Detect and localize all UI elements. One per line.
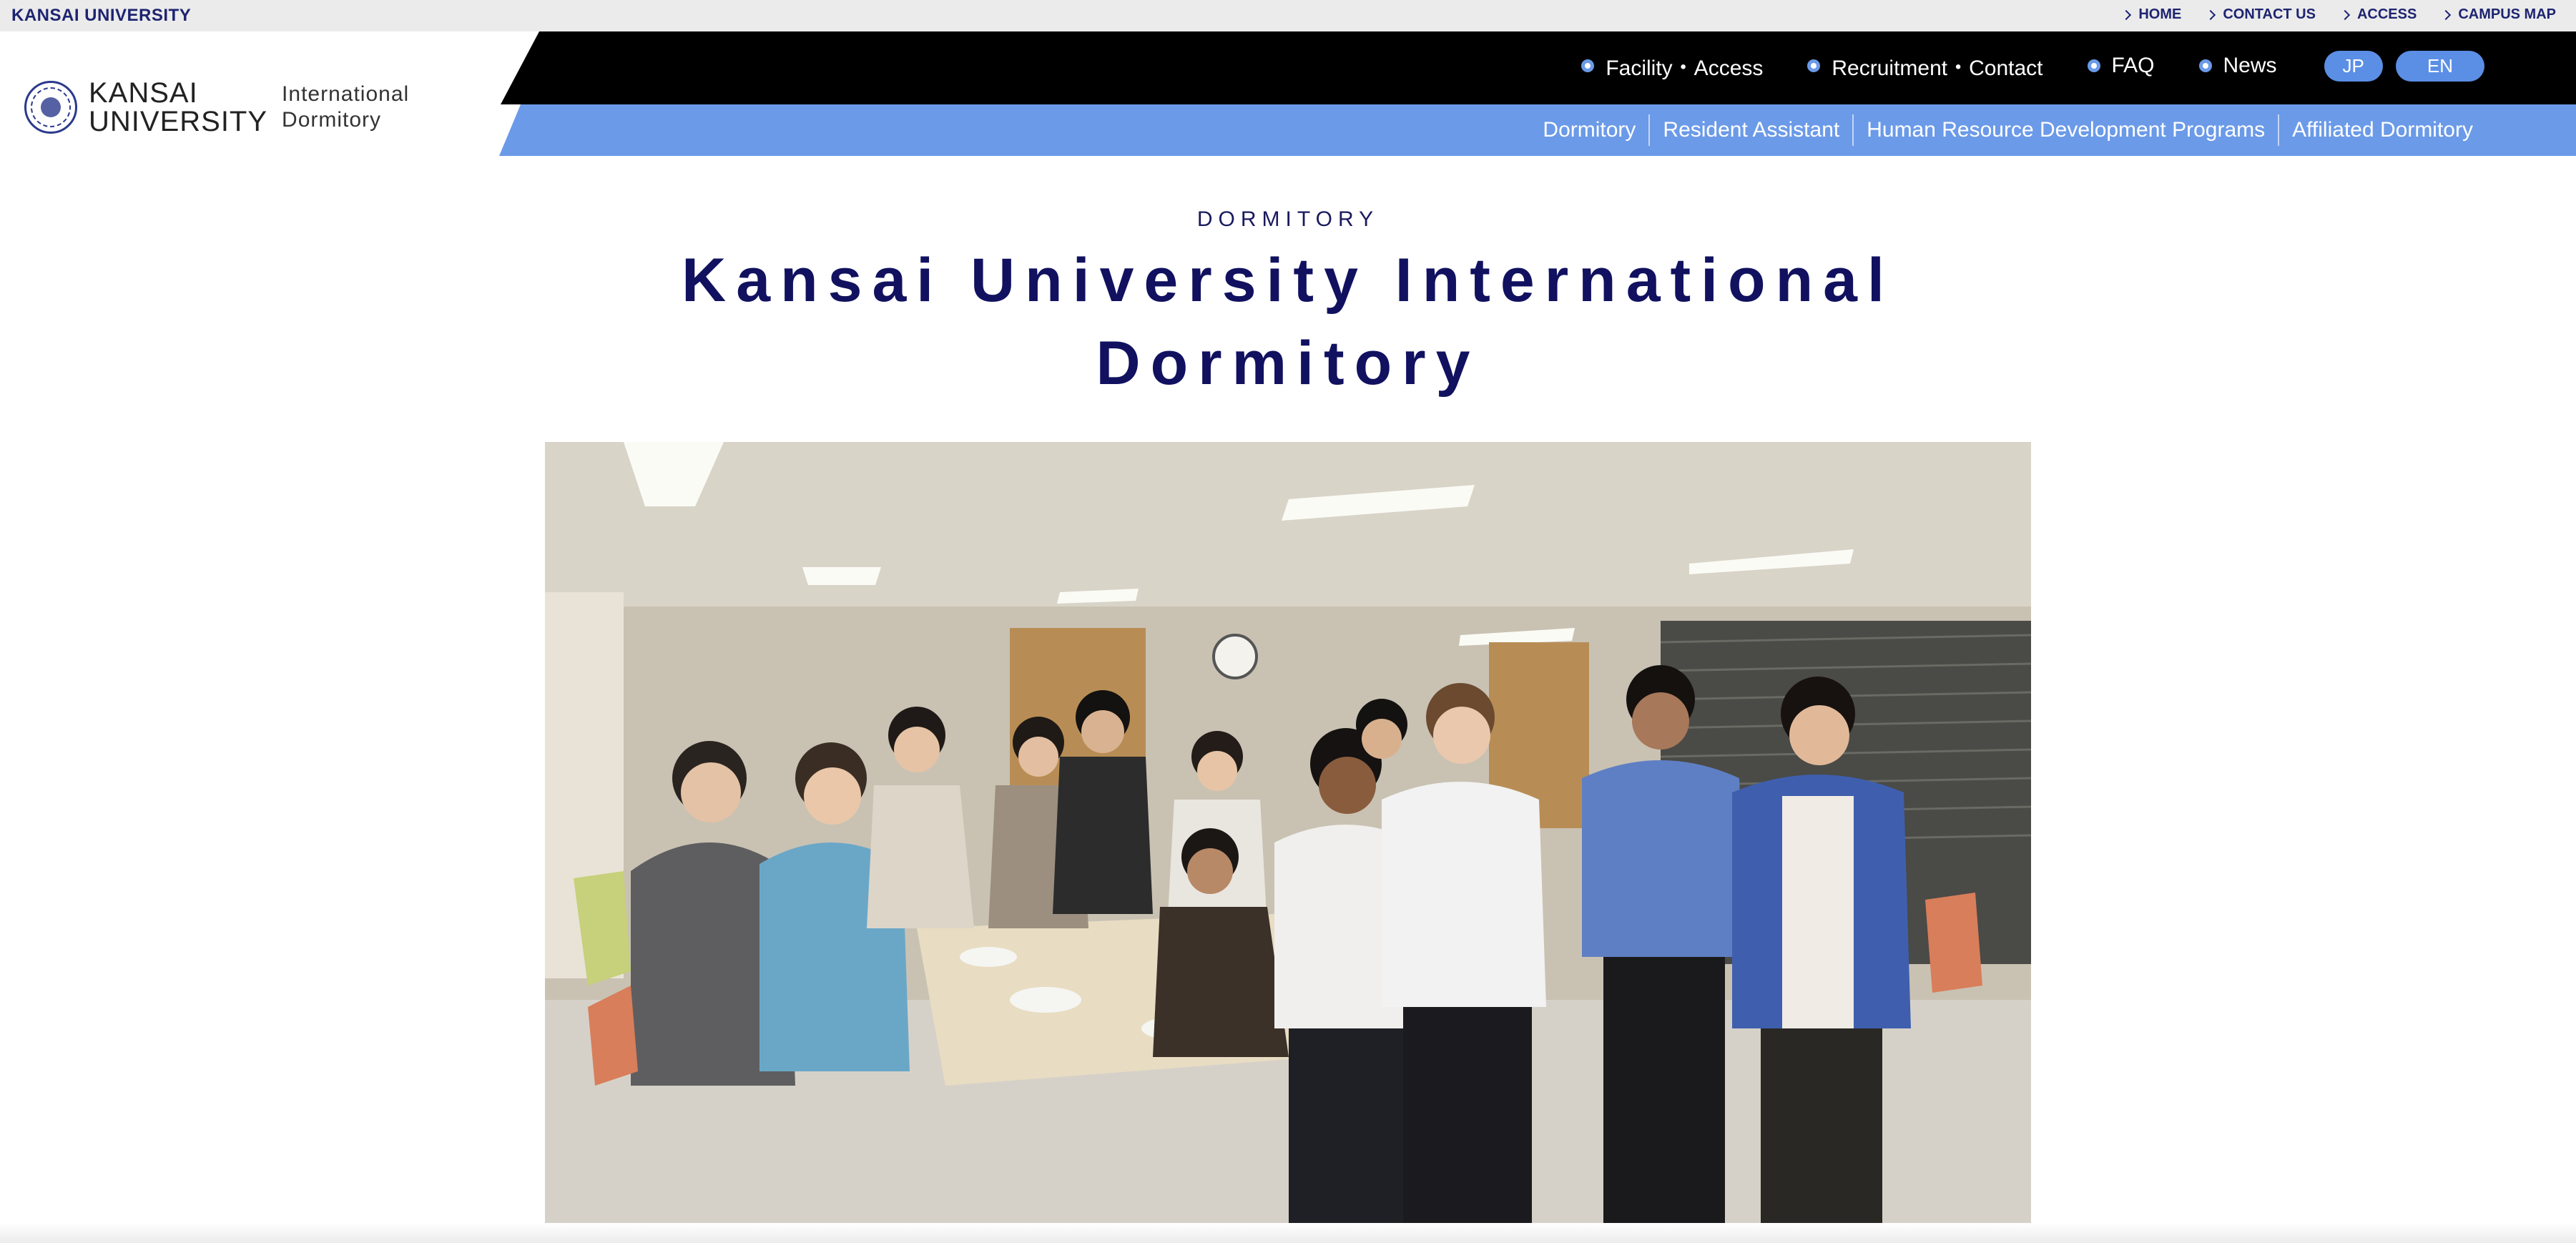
- access-link[interactable]: ACCESS: [2339, 6, 2417, 23]
- nav-recruitment-contact-label: Recruitment・Contact: [1832, 56, 2043, 80]
- site-logo[interactable]: KANSAI UNIVERSITY International Dormitor…: [24, 79, 409, 136]
- bullet-icon: [2198, 59, 2212, 72]
- campus-map-link-label: CAMPUS MAP: [2458, 6, 2556, 22]
- seal-ring: [31, 87, 71, 127]
- subnav-affiliated-dormitory[interactable]: Affiliated Dormitory: [2278, 114, 2486, 146]
- nav-facility-access[interactable]: Facility・Access: [1581, 50, 1763, 82]
- home-link[interactable]: HOME: [2121, 6, 2182, 23]
- campus-map-link[interactable]: CAMPUS MAP: [2441, 6, 2556, 23]
- nav-faq-label: FAQ: [2111, 54, 2155, 77]
- logo-university-name: KANSAI UNIVERSITY: [89, 79, 267, 136]
- group-photo-illustration: [545, 442, 2031, 1229]
- logo-subtitle: International Dormitory: [282, 82, 409, 133]
- university-brand-link[interactable]: KANSAI UNIVERSITY: [11, 6, 191, 26]
- page-title: Kansai University International Dormitor…: [0, 239, 2576, 405]
- main-nav: Facility・Access Recruitment・Contact FAQ …: [1581, 50, 2484, 82]
- subnav-resident-assistant[interactable]: Resident Assistant: [1648, 114, 1852, 146]
- bullet-icon: [1807, 59, 1821, 72]
- contact-us-link-label: CONTACT US: [2223, 6, 2316, 22]
- page-bottom-shade: [0, 1223, 2576, 1243]
- chevron-right-icon: [2206, 9, 2216, 20]
- university-seal-icon: [24, 81, 77, 134]
- logo-sub-line2: Dormitory: [282, 108, 382, 132]
- page-title-line1: Kansai University International: [682, 246, 1894, 315]
- logo-name-line2: UNIVERSITY: [89, 106, 268, 137]
- seal-core: [41, 97, 61, 117]
- sub-nav: Dormitory Resident Assistant Human Resou…: [1530, 114, 2486, 146]
- bullet-icon: [1581, 59, 1595, 72]
- lang-jp-button[interactable]: JP: [2324, 50, 2383, 82]
- section-eyebrow: DORMITORY: [1196, 207, 1380, 231]
- lang-en-button[interactable]: EN: [2395, 50, 2484, 82]
- logo-sub-line1: International: [282, 82, 410, 106]
- hero-group-photo: [545, 442, 2031, 1229]
- access-link-label: ACCESS: [2356, 6, 2417, 22]
- chevron-right-icon: [2441, 9, 2452, 20]
- page-title-line2: Dormitory: [1096, 329, 1480, 398]
- subnav-dormitory[interactable]: Dormitory: [1530, 114, 1648, 146]
- chevron-right-icon: [2121, 9, 2132, 20]
- bullet-icon: [2087, 59, 2100, 72]
- subnav-hr-development-programs[interactable]: Human Resource Development Programs: [1852, 114, 2278, 146]
- chevron-right-icon: [2339, 9, 2351, 20]
- nav-news[interactable]: News: [2198, 54, 2277, 78]
- home-link-label: HOME: [2138, 6, 2182, 22]
- contact-us-link[interactable]: CONTACT US: [2206, 6, 2316, 23]
- language-switcher: JP EN: [2324, 50, 2484, 82]
- nav-recruitment-contact[interactable]: Recruitment・Contact: [1807, 50, 2043, 82]
- nav-facility-access-label: Facility・Access: [1606, 56, 1764, 80]
- nav-faq[interactable]: FAQ: [2087, 54, 2155, 78]
- utility-links: HOME CONTACT US ACCESS CAMPUS MAP: [2121, 6, 2556, 23]
- utility-bar: KANSAI UNIVERSITY HOME CONTACT US ACCESS…: [0, 0, 2576, 31]
- logo-name-line1: KANSAI: [89, 77, 198, 109]
- nav-news-label: News: [2223, 54, 2277, 77]
